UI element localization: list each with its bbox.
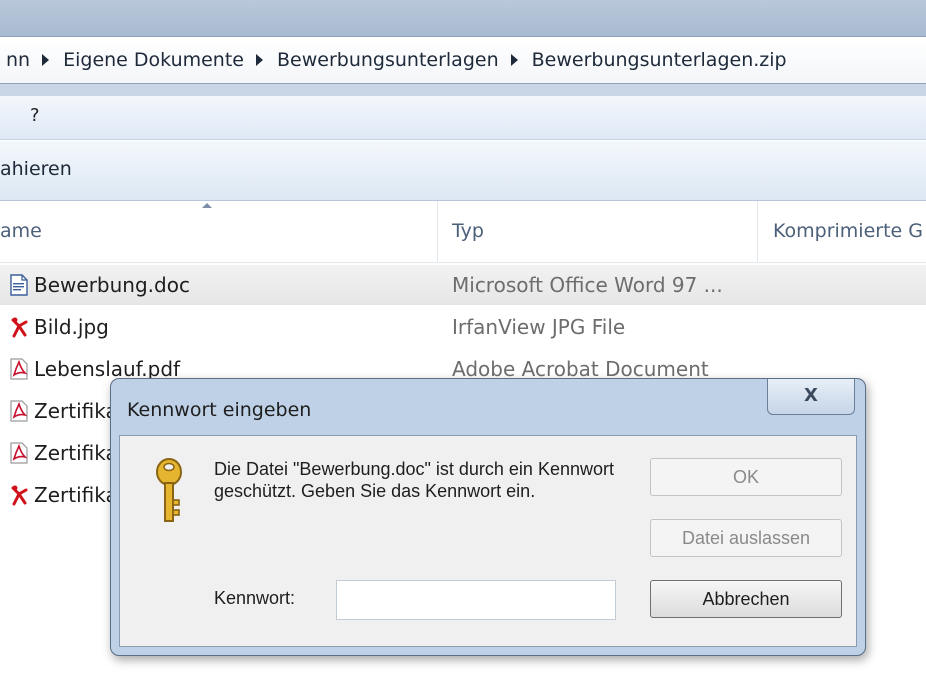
pdf-icon — [10, 442, 28, 464]
breadcrumb-separator-icon[interactable] — [42, 54, 50, 66]
menu-help[interactable]: ? — [30, 105, 40, 126]
breadcrumb-separator-icon[interactable] — [256, 54, 263, 66]
breadcrumb-item[interactable]: Bewerbungsunterlagen — [277, 49, 499, 71]
column-divider[interactable] — [757, 201, 758, 263]
file-type: Microsoft Office Word 97 ... — [452, 273, 723, 297]
extract-button[interactable]: ahieren — [0, 158, 72, 180]
irfanview-icon — [11, 485, 28, 506]
password-label: Kennwort: — [214, 588, 296, 608]
breadcrumb-item[interactable]: Bewerbungsunterlagen.zip — [532, 49, 787, 71]
breadcrumb-item[interactable]: nn — [6, 49, 30, 71]
toolbar: ahieren — [0, 141, 926, 201]
menu-bar: ? — [0, 96, 926, 140]
file-type: IrfanView JPG File — [452, 315, 626, 339]
breadcrumb-separator-icon[interactable] — [510, 54, 518, 66]
ok-button[interactable]: OK — [650, 458, 842, 496]
dialog-message: Die Datei "Bewerbung.doc" ist durch ein … — [214, 459, 614, 501]
irfanview-icon — [11, 317, 28, 338]
sort-ascending-icon — [202, 203, 212, 208]
file-name: Zertifika — [34, 483, 118, 507]
column-compressed-size[interactable]: Komprimierte G — [773, 201, 923, 263]
address-bar[interactable]: nn Eigene Dokumente Bewerbungsunterlagen… — [0, 36, 926, 84]
file-name: Zertifika — [34, 441, 118, 465]
dialog-title: Kennwort eingeben — [127, 399, 312, 421]
breadcrumb-item[interactable]: Eigene Dokumente — [63, 49, 244, 71]
dialog-close-button[interactable]: X — [767, 379, 855, 415]
key-icon — [156, 458, 182, 522]
password-input[interactable] — [336, 580, 616, 620]
file-name: Bild.jpg — [34, 315, 109, 339]
pdf-icon — [10, 400, 28, 422]
password-dialog: Kennwort eingeben X Die Datei "Bewerbung… — [110, 378, 866, 656]
window-title-strip — [0, 0, 926, 36]
column-name[interactable]: ame — [0, 201, 42, 263]
file-name: Bewerbung.doc — [34, 273, 190, 297]
dialog-body: Die Datei "Bewerbung.doc" ist durch ein … — [119, 435, 857, 647]
file-row[interactable]: Bewerbung.doc Microsoft Office Word 97 .… — [0, 265, 926, 305]
skip-file-button[interactable]: Datei auslassen — [650, 519, 842, 557]
word-doc-icon — [10, 274, 28, 296]
file-name: Zertifika — [34, 399, 118, 423]
column-type[interactable]: Typ — [452, 201, 484, 263]
column-header: ame Typ Komprimierte G — [0, 201, 926, 263]
close-icon: X — [804, 385, 818, 406]
file-row[interactable]: Bild.jpg IrfanView JPG File — [0, 307, 926, 347]
cancel-button[interactable]: Abbrechen — [650, 580, 842, 618]
chrome-divider — [0, 84, 926, 96]
pdf-icon — [10, 358, 28, 380]
column-divider[interactable] — [437, 201, 438, 263]
